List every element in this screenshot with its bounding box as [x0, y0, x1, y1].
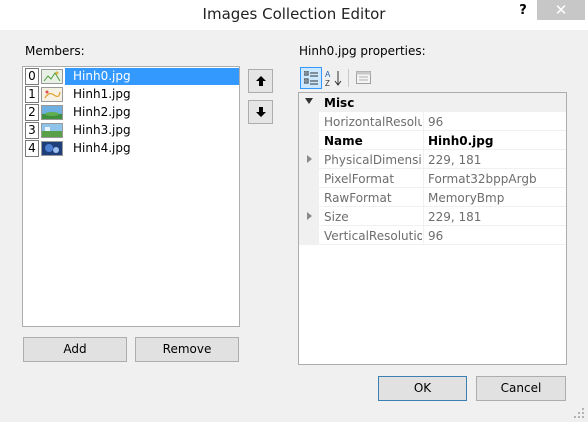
category-row-misc[interactable]: Misc — [299, 93, 566, 112]
property-row[interactable]: Name Hinh0.jpg — [299, 131, 566, 150]
member-name: Hinh4.jpg — [73, 141, 131, 155]
member-name: Hinh0.jpg — [73, 69, 131, 83]
remove-button[interactable]: Remove — [135, 337, 239, 362]
property-pages-icon — [356, 71, 371, 84]
alphabetical-button[interactable]: A Z — [323, 67, 345, 89]
property-value[interactable]: MemoryBmp — [428, 191, 504, 205]
ok-button[interactable]: OK — [378, 376, 467, 401]
property-row[interactable]: RawFormat MemoryBmp — [299, 188, 566, 207]
property-name: PixelFormat — [324, 172, 395, 186]
move-up-button[interactable] — [248, 69, 273, 93]
resize-grip-icon[interactable] — [572, 406, 586, 420]
property-name: VerticalResolution — [324, 229, 422, 243]
categorized-icon — [304, 71, 318, 85]
toolbar-separator — [348, 69, 349, 87]
member-index: 0 — [25, 68, 39, 85]
member-index: 1 — [25, 86, 39, 103]
member-name: Hinh1.jpg — [73, 87, 131, 101]
list-item[interactable]: 1 Hinh1.jpg — [25, 86, 239, 103]
collapse-arrow-icon[interactable] — [305, 98, 313, 104]
move-down-button[interactable] — [248, 100, 273, 124]
property-name: Size — [324, 210, 349, 224]
image-thumbnail — [41, 69, 63, 84]
property-name: RawFormat — [324, 191, 392, 205]
property-pages-button[interactable] — [353, 67, 375, 89]
member-name: Hinh3.jpg — [73, 123, 131, 137]
property-value[interactable]: Hinh0.jpg — [428, 134, 493, 148]
property-row[interactable]: Size 229, 181 — [299, 207, 566, 226]
member-index: 4 — [25, 140, 39, 157]
property-name: Name — [324, 134, 363, 148]
list-item[interactable]: 0 Hinh0.jpg — [25, 68, 239, 85]
property-grid[interactable]: Misc HorizontalResolution 96 Name Hinh0.… — [298, 92, 567, 365]
image-thumbnail — [41, 141, 63, 156]
property-row[interactable]: PhysicalDimension 229, 181 — [299, 150, 566, 169]
window-title: Images Collection Editor — [202, 5, 386, 23]
arrow-down-icon — [256, 107, 266, 117]
member-index: 2 — [25, 104, 39, 121]
property-row[interactable]: PixelFormat Format32bppArgb — [299, 169, 566, 188]
expand-arrow-icon[interactable] — [307, 212, 312, 220]
property-row[interactable]: HorizontalResolution 96 — [299, 112, 566, 131]
expand-arrow-icon[interactable] — [307, 155, 312, 163]
properties-label: Hinh0.jpg properties: — [299, 44, 426, 58]
property-row[interactable]: VerticalResolution 96 — [299, 226, 566, 245]
list-item[interactable]: 2 Hinh2.jpg — [25, 104, 239, 121]
property-value[interactable]: Format32bppArgb — [428, 172, 537, 186]
list-item[interactable]: 4 Hinh4.jpg — [25, 140, 239, 157]
property-name: PhysicalDimension — [324, 153, 422, 167]
close-button[interactable]: ✕ — [537, 0, 585, 20]
property-value[interactable]: 96 — [428, 115, 443, 129]
property-value[interactable]: 229, 181 — [428, 153, 481, 167]
help-button[interactable]: ? — [512, 1, 534, 23]
property-value[interactable]: 229, 181 — [428, 210, 481, 224]
members-list[interactable]: 0 Hinh0.jpg 1 Hinh1.jpg 2 Hinh2.jpg 3 Hi… — [22, 66, 240, 327]
member-name: Hinh2.jpg — [73, 105, 131, 119]
title-bar: Images Collection Editor ? ✕ — [0, 0, 588, 30]
add-button[interactable]: Add — [23, 337, 127, 362]
image-thumbnail — [41, 105, 63, 120]
image-thumbnail — [41, 123, 63, 138]
alphabetical-icon: A Z — [325, 70, 342, 87]
svg-text:A: A — [325, 70, 331, 79]
property-name: HorizontalResolution — [324, 115, 422, 129]
svg-text:Z: Z — [325, 79, 330, 87]
member-index: 3 — [25, 122, 39, 139]
property-value[interactable]: 96 — [428, 229, 443, 243]
category-name: Misc — [324, 96, 355, 110]
members-label: Members: — [25, 44, 85, 58]
arrow-up-icon — [256, 76, 266, 86]
categorized-button[interactable] — [300, 67, 322, 89]
cancel-button[interactable]: Cancel — [476, 376, 566, 401]
image-thumbnail — [41, 87, 63, 102]
list-item[interactable]: 3 Hinh3.jpg — [25, 122, 239, 139]
